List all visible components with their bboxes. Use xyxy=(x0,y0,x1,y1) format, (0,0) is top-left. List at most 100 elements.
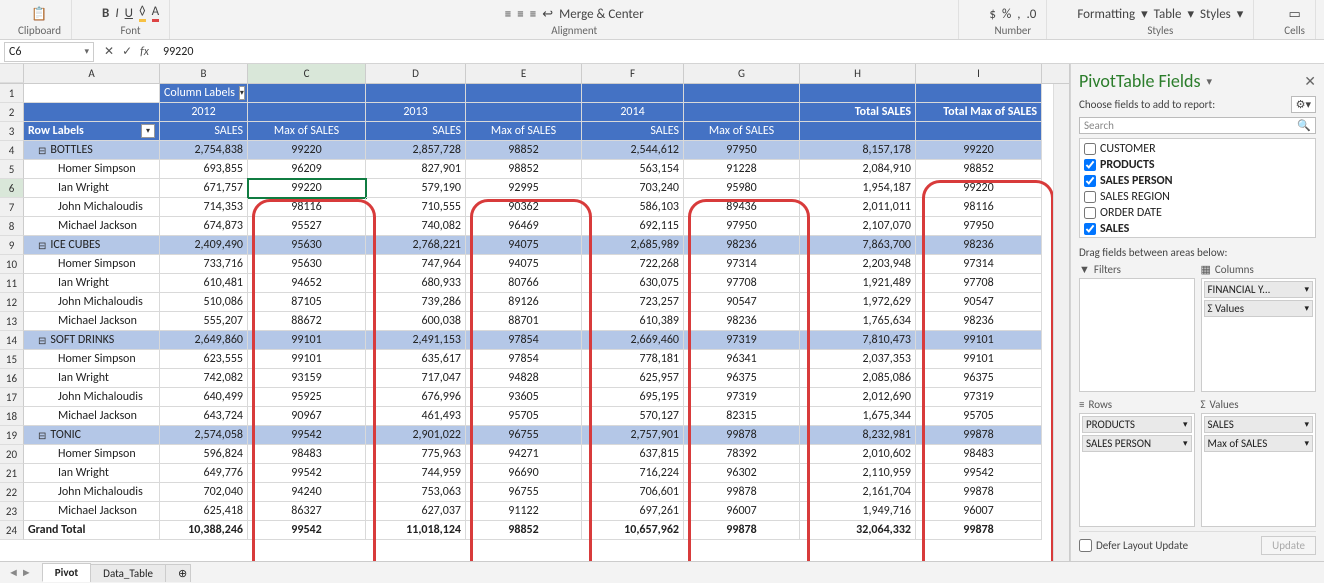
field-checkbox[interactable] xyxy=(1084,191,1096,203)
data-cell[interactable]: 94652 xyxy=(248,274,366,293)
data-cell[interactable]: 2,011,011 xyxy=(800,198,916,217)
data-cell[interactable]: 89436 xyxy=(684,198,800,217)
field-checkbox[interactable] xyxy=(1084,175,1096,187)
data-cell[interactable]: 96341 xyxy=(684,350,800,369)
row-header[interactable]: 23 xyxy=(0,502,24,521)
row-label[interactable]: TONIC xyxy=(24,426,160,445)
data-cell[interactable]: 98483 xyxy=(916,445,1042,464)
data-cell[interactable]: 703,240 xyxy=(582,179,684,198)
data-cell[interactable]: 2,754,838 xyxy=(160,141,248,160)
search-input[interactable]: Search 🔍 xyxy=(1079,117,1316,134)
data-cell[interactable]: 95925 xyxy=(248,388,366,407)
tab-data-table[interactable]: Data_Table xyxy=(90,564,166,582)
data-cell[interactable]: 97854 xyxy=(466,350,582,369)
data-cell[interactable]: 91228 xyxy=(684,160,800,179)
data-cell[interactable]: 97319 xyxy=(684,331,800,350)
row-label[interactable]: ICE CUBES xyxy=(24,236,160,255)
row-header[interactable]: 19 xyxy=(0,426,24,445)
row-label[interactable]: Michael Jackson xyxy=(24,312,160,331)
row-label[interactable]: SOFT DRINKS xyxy=(24,331,160,350)
data-cell[interactable]: 2,901,022 xyxy=(366,426,466,445)
data-cell[interactable]: 680,933 xyxy=(366,274,466,293)
format-table-button[interactable]: Table xyxy=(1154,7,1182,22)
data-cell[interactable]: 2,161,704 xyxy=(800,483,916,502)
data-cell[interactable]: 2,857,728 xyxy=(366,141,466,160)
row-label[interactable]: Ian Wright xyxy=(24,179,160,198)
data-cell[interactable]: 2,010,602 xyxy=(800,445,916,464)
data-cell[interactable]: 2,012,690 xyxy=(800,388,916,407)
field-item-products[interactable]: PRODUCTS xyxy=(1082,157,1313,173)
column-labels-dropdown[interactable]: ▾ xyxy=(239,86,245,100)
data-cell[interactable]: 98116 xyxy=(248,198,366,217)
data-cell[interactable]: 693,855 xyxy=(160,160,248,179)
data-cell[interactable]: 98852 xyxy=(466,141,582,160)
data-cell[interactable]: 95705 xyxy=(916,407,1042,426)
data-cell[interactable]: 99220 xyxy=(916,179,1042,198)
data-cell[interactable]: 98852 xyxy=(916,160,1042,179)
spreadsheet-grid[interactable]: A B C D E F G H I 1Column Labels▾2201220… xyxy=(0,64,1070,561)
data-cell[interactable]: 99542 xyxy=(248,426,366,445)
data-cell[interactable]: 570,127 xyxy=(582,407,684,426)
data-cell[interactable]: 96007 xyxy=(916,502,1042,521)
field-checkbox[interactable] xyxy=(1084,223,1096,235)
data-cell[interactable]: 2,084,910 xyxy=(800,160,916,179)
chevron-down-icon[interactable]: ▾ xyxy=(84,46,89,57)
data-cell[interactable]: 775,963 xyxy=(366,445,466,464)
data-cell[interactable]: 627,037 xyxy=(366,502,466,521)
data-cell[interactable]: 640,499 xyxy=(160,388,248,407)
values-area[interactable]: ΣValues SALES▾Max of SALES▾ xyxy=(1201,398,1317,527)
row-header[interactable]: 22 xyxy=(0,483,24,502)
data-cell[interactable]: 99878 xyxy=(684,521,800,540)
tab-nav-prev-icon[interactable]: ◄ xyxy=(8,566,19,579)
percent-icon[interactable]: % xyxy=(1002,7,1011,22)
data-cell[interactable]: 630,075 xyxy=(582,274,684,293)
currency-icon[interactable]: $ xyxy=(989,7,996,22)
area-pill[interactable]: SALES PERSON▾ xyxy=(1082,435,1192,452)
data-cell[interactable]: 94828 xyxy=(466,369,582,388)
row-labels-dropdown[interactable]: ▾ xyxy=(141,124,155,138)
data-cell[interactable]: 461,493 xyxy=(366,407,466,426)
data-cell[interactable]: 97950 xyxy=(684,141,800,160)
col-header-g[interactable]: G xyxy=(684,64,800,83)
row-header[interactable]: 14 xyxy=(0,331,24,350)
data-cell[interactable]: 747,964 xyxy=(366,255,466,274)
fill-color-icon[interactable]: ◊ xyxy=(139,4,146,22)
data-cell[interactable]: 98236 xyxy=(916,312,1042,331)
data-cell[interactable]: 579,190 xyxy=(366,179,466,198)
data-cell[interactable]: 99101 xyxy=(916,350,1042,369)
data-cell[interactable]: 625,418 xyxy=(160,502,248,521)
data-cell[interactable]: 2,757,901 xyxy=(582,426,684,445)
data-cell[interactable]: 635,617 xyxy=(366,350,466,369)
col-header-d[interactable]: D xyxy=(366,64,466,83)
data-cell[interactable]: 11,018,124 xyxy=(366,521,466,540)
row-header[interactable]: 9 xyxy=(0,236,24,255)
underline-icon[interactable]: U xyxy=(125,6,133,21)
data-cell[interactable]: 753,063 xyxy=(366,483,466,502)
data-cell[interactable]: 97708 xyxy=(684,274,800,293)
name-box[interactable]: C6▾ xyxy=(4,42,94,62)
data-cell[interactable]: 643,724 xyxy=(160,407,248,426)
data-cell[interactable]: 88672 xyxy=(248,312,366,331)
data-cell[interactable]: 99101 xyxy=(248,350,366,369)
col-header-h[interactable]: H xyxy=(800,64,916,83)
data-cell[interactable]: 99220 xyxy=(248,179,366,198)
row-label[interactable]: Michael Jackson xyxy=(24,407,160,426)
data-cell[interactable]: 98116 xyxy=(916,198,1042,217)
data-cell[interactable]: 610,481 xyxy=(160,274,248,293)
data-cell[interactable]: 2,203,948 xyxy=(800,255,916,274)
row-header[interactable]: 2 xyxy=(0,103,24,122)
data-cell[interactable]: 2,409,490 xyxy=(160,236,248,255)
data-cell[interactable]: 739,286 xyxy=(366,293,466,312)
align-center-icon[interactable]: ≡ xyxy=(517,7,523,22)
row-header[interactable]: 15 xyxy=(0,350,24,369)
data-cell[interactable]: 86327 xyxy=(248,502,366,521)
col-header-e[interactable]: E xyxy=(466,64,582,83)
data-cell[interactable]: 744,959 xyxy=(366,464,466,483)
data-cell[interactable]: 671,757 xyxy=(160,179,248,198)
data-cell[interactable]: 99878 xyxy=(916,483,1042,502)
enter-icon[interactable]: ✓ xyxy=(122,44,132,59)
row-header[interactable]: 10 xyxy=(0,255,24,274)
data-cell[interactable]: 2,544,612 xyxy=(582,141,684,160)
data-cell[interactable]: 600,038 xyxy=(366,312,466,331)
data-cell[interactable]: 98236 xyxy=(684,236,800,255)
